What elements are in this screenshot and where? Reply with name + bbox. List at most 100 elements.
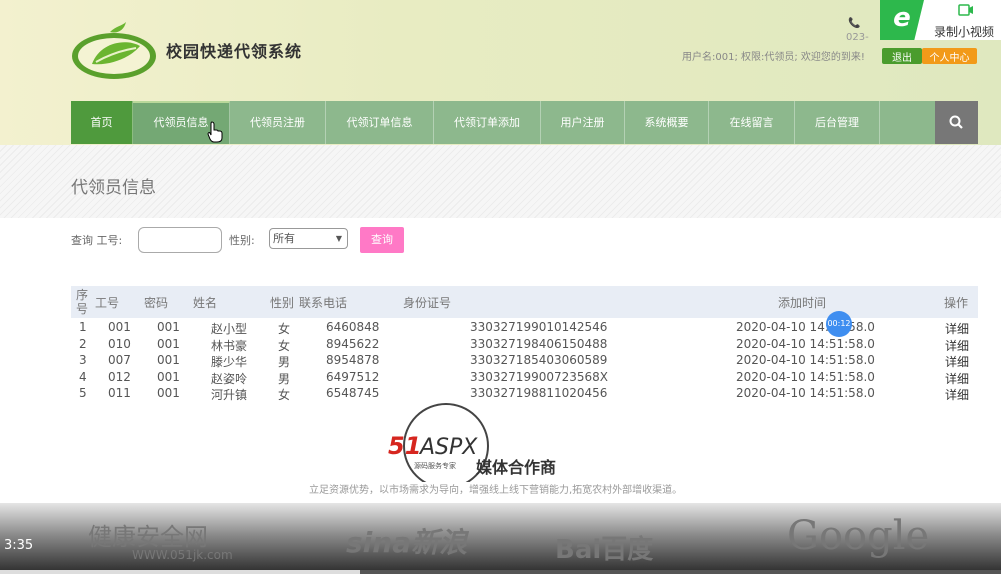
phone-number: 023- xyxy=(846,32,869,43)
partner-logo-051jk[interactable]: 健康安全网 WWW.051jk.com xyxy=(88,517,233,562)
row-added-time: 2020-04-10 14:51:58.0 xyxy=(736,353,875,367)
row-detail-link[interactable]: 详细 xyxy=(945,370,969,387)
partner-logo-sina[interactable]: sina新浪 xyxy=(346,521,467,561)
row-detail-link[interactable]: 详细 xyxy=(945,320,969,337)
site-logo xyxy=(72,22,156,79)
row-added-time: 2020-04-10 14:51:58.0 xyxy=(736,337,875,351)
row-gender: 女 xyxy=(278,388,291,402)
row-added-time: 2020-04-10 14:51:58.0 xyxy=(736,386,875,400)
row-seq: 3 xyxy=(79,353,87,367)
query-button[interactable]: 查询 xyxy=(360,227,404,253)
row-id: 010 xyxy=(108,337,131,351)
recording-timer-badge: 00:12 xyxy=(826,311,852,337)
video-progress-fill xyxy=(0,570,361,574)
video-time-label: 3:35 xyxy=(4,538,34,553)
nav-courier-register[interactable]: 代领员注册 xyxy=(230,101,326,144)
header-added-time: 添加时间 xyxy=(778,296,827,310)
gender-select[interactable]: 所有 ▼ xyxy=(269,228,348,249)
nav-home[interactable]: 首页 xyxy=(71,101,133,144)
partner-logo-google[interactable]: Google xyxy=(787,513,929,559)
gender-select-value: 所有 xyxy=(273,232,295,245)
row-idcard: 330327198406150488 xyxy=(470,337,608,351)
search-icon xyxy=(949,115,963,129)
row-phone: 6548745 xyxy=(326,386,380,400)
header-phone: 联系电话 xyxy=(299,296,348,310)
row-name: 赵小型 xyxy=(211,322,248,336)
hand-cursor-icon xyxy=(207,121,223,143)
user-center-button[interactable]: 个人中心 xyxy=(922,48,977,64)
header-password: 密码 xyxy=(144,296,169,310)
row-phone: 6497512 xyxy=(326,370,380,384)
chevron-down-icon: ▼ xyxy=(335,234,342,243)
row-seq: 5 xyxy=(79,386,87,400)
video-camera-icon xyxy=(958,4,973,16)
table-row: 2 010 001 林书豪 女 8945622 3303271984061504… xyxy=(71,337,978,354)
nav-admin[interactable]: 后台管理 xyxy=(795,101,880,144)
partner-logo-band: 健康安全网 WWW.051jk.com sina新浪 Bai百度 Google xyxy=(0,503,1001,574)
partner-logo-baidu[interactable]: Bai百度 xyxy=(555,529,653,566)
id-filter-label: 查询 工号: xyxy=(71,234,123,247)
row-gender: 男 xyxy=(278,355,291,369)
header-name: 姓名 xyxy=(193,296,218,310)
page-title: 代领员信息 xyxy=(71,178,156,198)
nav-order-add[interactable]: 代领订单添加 xyxy=(434,101,541,144)
row-id: 011 xyxy=(108,386,131,400)
partner-name: 健康安全网 xyxy=(88,523,208,551)
row-idcard: 330327198811020456 xyxy=(470,386,608,400)
search-button[interactable] xyxy=(935,101,978,144)
row-gender: 女 xyxy=(278,322,291,336)
video-progress-bar[interactable] xyxy=(0,570,1001,574)
partner-url: WWW.051jk.com xyxy=(132,548,233,562)
welcome-text: 用户名:001; 权限:代领员; 欢迎您的到来! xyxy=(682,52,865,63)
row-idcard: 330327199010142546 xyxy=(470,320,608,334)
phone-icon: 📞 xyxy=(848,18,861,29)
recorder-logo-icon: e xyxy=(880,0,924,40)
table-row: 4 012 001 赵姿呤 男 6497512 3303271990072356… xyxy=(71,370,978,387)
partners-title: 媒体合作商 xyxy=(476,458,557,477)
row-password: 001 xyxy=(157,353,180,367)
site-title: 校园快递代领系统 xyxy=(166,42,303,61)
record-video-label: 录制小视频 xyxy=(934,25,995,39)
row-idcard: 330327185403060589 xyxy=(470,353,608,367)
row-seq: 2 xyxy=(79,337,87,351)
row-phone: 8945622 xyxy=(326,337,380,351)
row-seq: 1 xyxy=(79,320,87,334)
id-search-input[interactable] xyxy=(138,227,222,253)
logout-button[interactable]: 退出 xyxy=(882,48,922,64)
row-id: 012 xyxy=(108,370,131,384)
row-name: 赵姿呤 xyxy=(211,372,248,386)
nav-system-overview[interactable]: 系统概要 xyxy=(625,101,709,144)
header-id: 工号 xyxy=(95,296,120,310)
svg-text:ASPX: ASPX xyxy=(418,435,478,460)
row-name: 河升镇 xyxy=(211,388,248,402)
row-detail-link[interactable]: 详细 xyxy=(945,386,969,403)
nav-user-register[interactable]: 用户注册 xyxy=(541,101,625,144)
row-gender: 男 xyxy=(278,372,291,386)
header-idcard: 身份证号 xyxy=(403,296,452,310)
row-password: 001 xyxy=(157,386,180,400)
row-phone: 8954878 xyxy=(326,353,380,367)
nav-messages[interactable]: 在线留言 xyxy=(709,101,795,144)
row-id: 001 xyxy=(108,320,131,334)
header-gender: 性别 xyxy=(270,296,295,310)
row-idcard: 33032719900723568X xyxy=(470,370,609,384)
row-password: 001 xyxy=(157,370,180,384)
record-video-widget[interactable]: e 录制小视频 xyxy=(880,0,1001,40)
row-id: 007 xyxy=(108,353,131,367)
row-gender: 女 xyxy=(278,339,291,353)
row-name: 滕少华 xyxy=(211,355,248,369)
row-added-time: 2020-04-10 14:51:58.0 xyxy=(736,370,875,384)
partners-description: 立足资源优势，以市场需求为导向，增强线上线下营销能力,拓宽农村外部增收渠道。 xyxy=(309,485,683,496)
row-detail-link[interactable]: 详细 xyxy=(945,337,969,354)
row-seq: 4 xyxy=(79,370,87,384)
gender-filter-label: 性别: xyxy=(229,234,255,247)
nav-order-info[interactable]: 代领订单信息 xyxy=(326,101,434,144)
svg-text:51: 51 xyxy=(388,432,421,460)
row-detail-link[interactable]: 详细 xyxy=(945,353,969,370)
row-password: 001 xyxy=(157,337,180,351)
svg-text:源码服务专家: 源码服务专家 xyxy=(414,461,456,470)
row-password: 001 xyxy=(157,320,180,334)
table-row: 3 007 001 滕少华 男 8954878 3303271854030605… xyxy=(71,353,978,370)
row-name: 林书豪 xyxy=(211,339,248,353)
row-added-time: 2020-04-10 14:51:58.0 xyxy=(736,320,875,334)
